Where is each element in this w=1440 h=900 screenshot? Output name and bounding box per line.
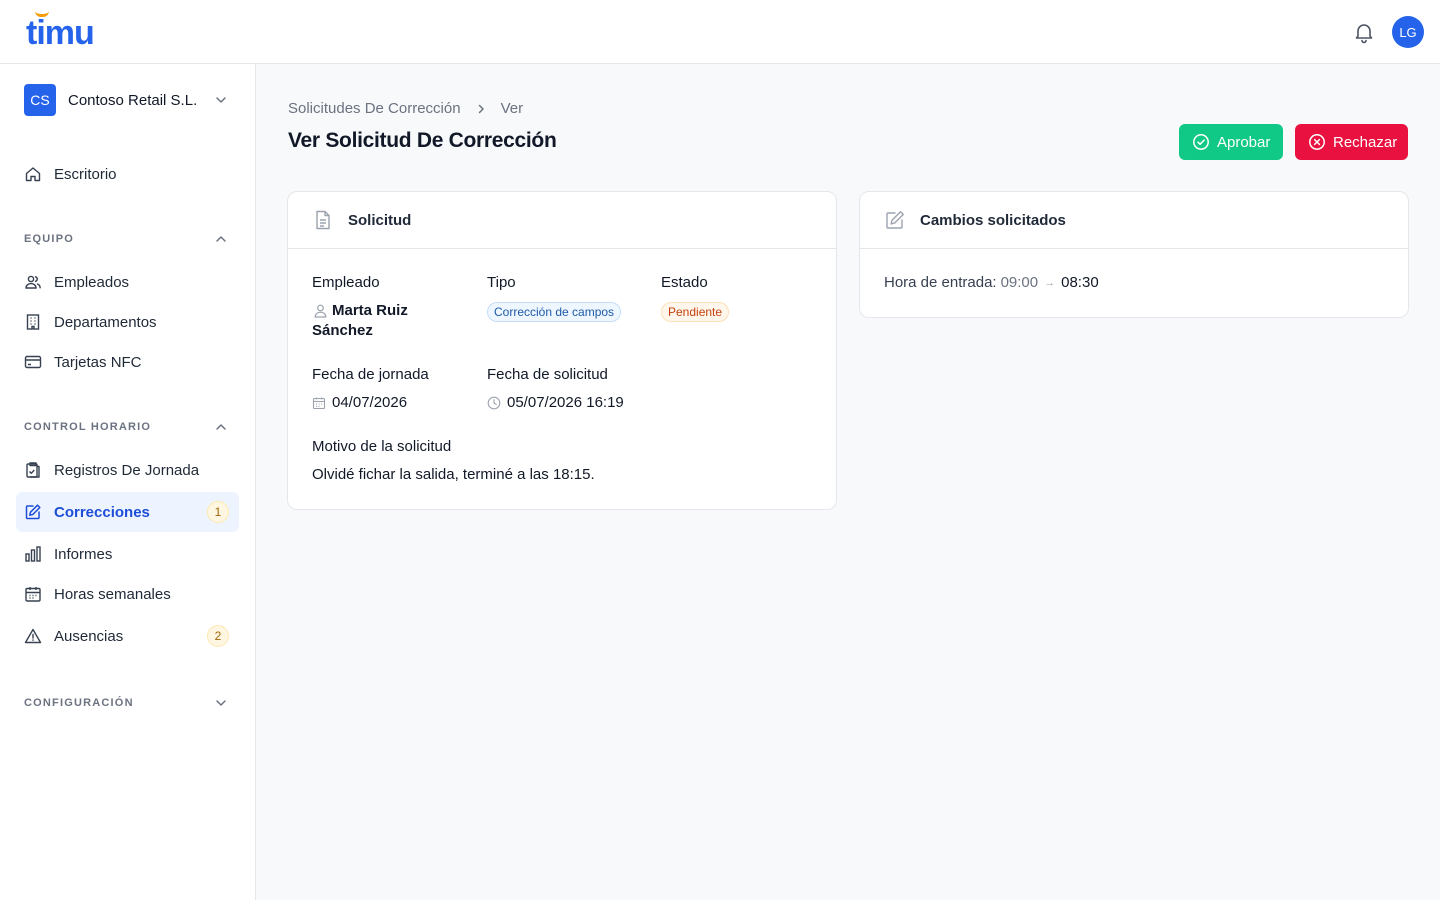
sidebar-item-label: Informes	[54, 545, 113, 563]
sidebar-item-label: Registros De Jornada	[54, 461, 200, 479]
chevron-right-icon	[475, 103, 487, 115]
card-title: Cambios solicitados	[920, 211, 1066, 229]
new-value: 08:30	[1061, 274, 1099, 291]
credit-card-icon	[24, 353, 42, 371]
sidebar-item-label: Tarjetas NFC	[54, 353, 142, 371]
sidebar-item-label: Correcciones	[54, 503, 150, 521]
request-date-value: 05/07/2026 16:19	[507, 394, 624, 411]
org-name: Contoso Retail S.L.	[68, 91, 198, 109]
request-date-label: Fecha de solicitud	[487, 366, 608, 383]
sidebar-item-label: Escritorio	[54, 165, 117, 183]
sidebar-item-label: Horas semanales	[54, 585, 171, 603]
card-title: Solicitud	[348, 211, 412, 229]
sidebar-item-absences[interactable]: Ausencias 2	[16, 616, 239, 656]
card-header: Cambios solicitados	[860, 192, 1408, 249]
sidebar-item-label: Empleados	[54, 273, 130, 291]
change-row: Hora de entrada: 09:00 → 08:30	[884, 274, 1099, 291]
clipboard-check-icon	[24, 461, 42, 479]
request-card: Solicitud Empleado Marta Ruiz Sánchez Ti…	[287, 191, 837, 510]
count-badge: 2	[207, 625, 229, 647]
pencil-square-icon	[24, 503, 42, 521]
sidebar: CS Contoso Retail S.L. Escritorio EQUIPO…	[0, 64, 256, 900]
employee-name: Marta Ruiz Sánchez	[312, 302, 408, 339]
sidebar-item-weekly-hours[interactable]: Horas semanales	[16, 574, 239, 614]
section-configuration-toggle[interactable]: CONFIGURACIÓN	[24, 695, 232, 711]
organization-selector[interactable]: CS Contoso Retail S.L.	[24, 84, 232, 116]
org-avatar: CS	[24, 84, 56, 116]
reject-label: Rechazar	[1333, 133, 1398, 151]
document-icon	[312, 208, 336, 232]
changed-field-label: Hora de entrada:	[884, 274, 997, 291]
count-badge: 1	[207, 501, 229, 523]
requested-changes-card: Cambios solicitados Hora de entrada: 09:…	[859, 191, 1409, 318]
reject-button[interactable]: Rechazar	[1295, 124, 1408, 160]
building-icon	[24, 313, 42, 331]
workday-date: 04/07/2026	[312, 394, 407, 411]
chevron-down-icon	[216, 97, 226, 103]
workday-date-value: 04/07/2026	[332, 394, 408, 411]
home-icon	[24, 165, 42, 183]
type-label: Tipo	[487, 274, 516, 291]
user-avatar[interactable]: LG	[1392, 16, 1424, 48]
employee-label: Empleado	[312, 274, 380, 291]
sidebar-item-nfc-cards[interactable]: Tarjetas NFC	[16, 342, 239, 382]
breadcrumb-current: Ver	[500, 100, 524, 117]
warning-triangle-icon	[24, 627, 42, 645]
workday-date-label: Fecha de jornada	[312, 366, 429, 383]
breadcrumb: Solicitudes De Corrección Ver	[288, 100, 523, 117]
check-circle-icon	[1192, 133, 1210, 151]
status-label: Estado	[661, 274, 708, 291]
pencil-square-icon	[884, 208, 908, 232]
top-bar: timu LG	[0, 0, 1440, 64]
users-icon	[24, 273, 42, 291]
card-header: Solicitud	[288, 192, 836, 249]
chevron-up-icon	[216, 236, 226, 242]
x-circle-icon	[1308, 133, 1326, 151]
old-value: 09:00	[1000, 274, 1039, 291]
sidebar-item-label: Ausencias	[54, 627, 124, 645]
bell-icon[interactable]	[1352, 20, 1376, 44]
chevron-up-icon	[216, 424, 226, 430]
sidebar-item-departments[interactable]: Departamentos	[16, 302, 239, 342]
section-title: CONTROL HORARIO	[24, 421, 152, 433]
arrow-right-icon: →	[1044, 276, 1056, 289]
page-title: Ver Solicitud De Corrección	[288, 129, 557, 152]
section-time-control-toggle[interactable]: CONTROL HORARIO	[24, 419, 232, 435]
sidebar-item-label: Departamentos	[54, 313, 157, 331]
bar-chart-icon	[24, 545, 42, 563]
calendar-icon	[312, 396, 326, 410]
section-team-toggle[interactable]: EQUIPO	[24, 231, 232, 247]
approve-label: Aprobar	[1217, 133, 1271, 151]
calendar-icon	[24, 585, 42, 603]
app-logo[interactable]: timu	[26, 14, 95, 52]
logo-text: timu	[26, 14, 95, 52]
sidebar-item-corrections[interactable]: Correcciones 1	[16, 492, 239, 532]
breadcrumb-link[interactable]: Solicitudes De Corrección	[288, 100, 461, 117]
clock-icon	[487, 396, 501, 410]
section-title: CONFIGURACIÓN	[24, 697, 134, 709]
reason-text: Olvidé fichar la salida, terminé a las 1…	[312, 466, 595, 483]
approve-button[interactable]: Aprobar	[1179, 124, 1283, 160]
section-title: EQUIPO	[24, 233, 74, 245]
sidebar-item-dashboard[interactable]: Escritorio	[16, 154, 239, 194]
request-date: 05/07/2026 16:19	[487, 394, 624, 411]
status-badge: Pendiente	[661, 302, 730, 322]
sidebar-item-reports[interactable]: Informes	[16, 534, 239, 574]
reason-label: Motivo de la solicitud	[312, 438, 452, 455]
chevron-down-icon	[216, 700, 226, 706]
sidebar-item-work-records[interactable]: Registros De Jornada	[16, 450, 239, 490]
type-badge: Corrección de campos	[487, 302, 622, 322]
sidebar-item-employees[interactable]: Empleados	[16, 262, 239, 302]
